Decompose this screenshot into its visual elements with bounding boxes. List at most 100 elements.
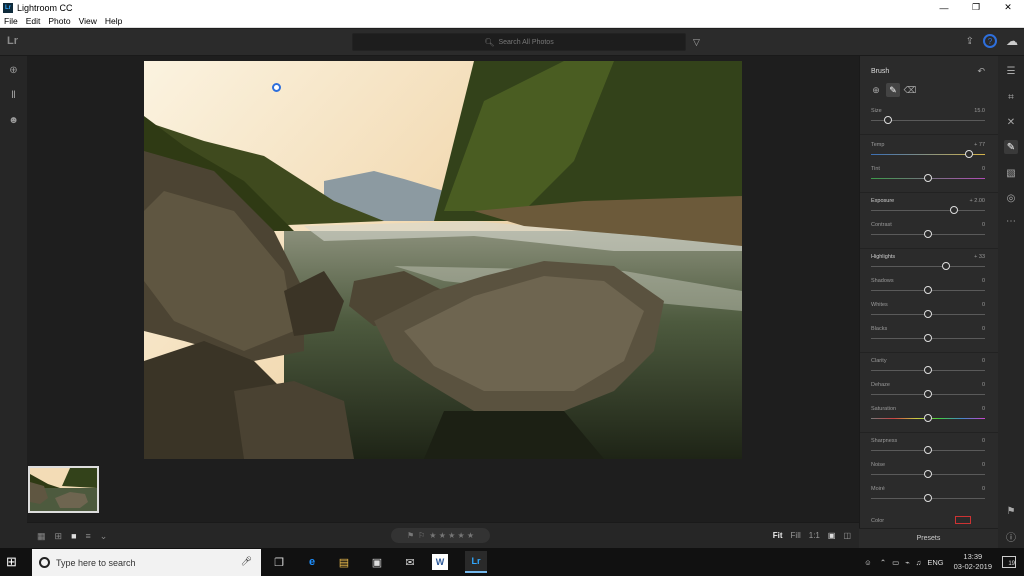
sort-icon[interactable]: ≡: [86, 531, 91, 542]
clock[interactable]: 13:39 03-02-2019: [954, 552, 992, 572]
volume-icon[interactable]: ♫: [916, 558, 922, 567]
tag-icon[interactable]: ⚑: [1004, 504, 1018, 518]
search-input[interactable]: 🔍︎ Search All Photos: [352, 33, 686, 51]
info-icon[interactable]: ⓘ: [1004, 529, 1018, 544]
menu-edit[interactable]: Edit: [22, 16, 45, 26]
crop-icon[interactable]: ⌗: [1004, 90, 1018, 104]
chevron-down-icon[interactable]: ⌄: [100, 531, 108, 542]
filmstrip-thumbnail[interactable]: [28, 466, 99, 513]
help-icon[interactable]: ?: [983, 34, 997, 48]
slider-knob[interactable]: [924, 390, 932, 398]
word-app-icon[interactable]: W: [432, 554, 448, 570]
filter-icon[interactable]: ▽: [693, 37, 700, 48]
language-indicator[interactable]: ENG: [927, 558, 943, 567]
edge-browser-icon[interactable]: e: [301, 551, 323, 573]
slider-dehaze[interactable]: Dehaze 0: [871, 382, 985, 402]
slider-value[interactable]: 0: [982, 486, 985, 492]
slider-knob[interactable]: [924, 494, 932, 502]
slider-knob[interactable]: [924, 230, 932, 238]
chevron-up-icon[interactable]: ⌃: [880, 558, 886, 567]
eraser-icon[interactable]: ⌫: [903, 83, 917, 97]
menu-view[interactable]: View: [75, 16, 101, 26]
wifi-icon[interactable]: ⌁: [905, 558, 910, 567]
slider-value[interactable]: 0: [982, 406, 985, 412]
slider-value[interactable]: + 33: [974, 254, 985, 260]
people-tray-icon[interactable]: ☺: [864, 558, 872, 567]
store-icon[interactable]: ▣: [366, 551, 388, 573]
slider-value[interactable]: 0: [982, 278, 985, 284]
brush-icon[interactable]: ✎: [886, 83, 900, 97]
slider-knob[interactable]: [884, 116, 893, 124]
slider-knob[interactable]: [924, 446, 932, 454]
slider-contrast[interactable]: Contrast 0: [871, 222, 985, 242]
slider-noise[interactable]: Noise 0: [871, 462, 985, 482]
slider-shadows[interactable]: Shadows 0: [871, 278, 985, 298]
slider-value[interactable]: + 77: [974, 142, 985, 148]
slider-value[interactable]: 0: [982, 326, 985, 332]
taskbar-search-input[interactable]: Type here to search 🎤︎: [32, 549, 261, 576]
radial-gradient-icon[interactable]: ◎: [1004, 191, 1018, 205]
reject-flag-icon[interactable]: ⚐: [418, 531, 425, 540]
share-icon[interactable]: ⇪: [966, 36, 974, 47]
microphone-icon[interactable]: 🎤︎: [241, 556, 252, 567]
file-explorer-icon[interactable]: ▤: [333, 551, 355, 573]
edit-sliders-icon[interactable]: ☰: [1004, 64, 1018, 78]
slider-knob[interactable]: [950, 206, 959, 214]
lightroom-taskbar-icon[interactable]: Lr: [465, 551, 487, 573]
close-button[interactable]: ✕: [992, 0, 1024, 15]
slider-highlights[interactable]: Highlights + 33: [871, 254, 985, 274]
slider-value[interactable]: 0: [982, 438, 985, 444]
slider-track[interactable]: [871, 210, 985, 211]
people-icon[interactable]: ☻: [7, 114, 20, 127]
zoom-1-1-button[interactable]: 1:1: [809, 531, 820, 540]
slider-knob[interactable]: [924, 174, 932, 182]
slider-knob[interactable]: [924, 334, 932, 342]
brush-pin-marker[interactable]: [272, 83, 281, 92]
slider-value[interactable]: 15.0: [974, 108, 985, 114]
mail-icon[interactable]: ✉: [399, 551, 421, 573]
slider-value[interactable]: + 2.00: [970, 198, 985, 204]
presets-button[interactable]: Presets: [859, 528, 998, 548]
brush-tool-icon[interactable]: ✎: [1004, 140, 1018, 154]
task-view-icon[interactable]: ❐: [268, 551, 290, 573]
cloud-sync-icon[interactable]: ☁: [1006, 34, 1018, 48]
menu-file[interactable]: File: [0, 16, 22, 26]
menu-photo[interactable]: Photo: [44, 16, 74, 26]
menu-help[interactable]: Help: [101, 16, 126, 26]
slider-sharpness[interactable]: Sharpness 0: [871, 438, 985, 458]
color-swatch[interactable]: [955, 516, 971, 524]
slider-knob[interactable]: [924, 470, 932, 478]
slider-temp[interactable]: Temp + 77: [871, 142, 985, 162]
slider-moire[interactable]: Moiré 0: [871, 486, 985, 506]
reset-icon[interactable]: ↶: [977, 66, 985, 77]
notification-center-icon[interactable]: 19: [1002, 556, 1016, 568]
linear-gradient-icon[interactable]: ▧: [1004, 166, 1018, 180]
slider-tint[interactable]: Tint 0: [871, 166, 985, 186]
slider-knob[interactable]: [965, 150, 974, 158]
detail-view-icon[interactable]: ■: [71, 531, 76, 542]
rating-control[interactable]: ⚑ ⚐ ★ ★ ★ ★ ★: [391, 528, 490, 543]
add-photos-icon[interactable]: ⊕: [7, 64, 20, 77]
slider-knob[interactable]: [942, 262, 951, 270]
slider-track[interactable]: [871, 266, 985, 267]
slider-knob[interactable]: [924, 366, 932, 374]
windows-start-icon[interactable]: ⊞: [6, 554, 17, 570]
slider-size[interactable]: Size 15.0: [871, 108, 985, 128]
slider-value[interactable]: 0: [982, 222, 985, 228]
photo-grid-icon[interactable]: ⊞: [55, 531, 63, 542]
minimize-button[interactable]: —: [928, 0, 960, 15]
slider-whites[interactable]: Whites 0: [871, 302, 985, 322]
slider-saturation[interactable]: Saturation 0: [871, 406, 985, 426]
slider-value[interactable]: 0: [982, 302, 985, 308]
slider-clarity[interactable]: Clarity 0: [871, 358, 985, 378]
zoom-fill-button[interactable]: Fill: [791, 531, 801, 540]
add-brush-icon[interactable]: ⊕: [869, 83, 883, 97]
slider-knob[interactable]: [924, 286, 932, 294]
slider-value[interactable]: 0: [982, 358, 985, 364]
zoom-fit-button[interactable]: Fit: [773, 531, 783, 540]
slider-value[interactable]: 0: [982, 462, 985, 468]
library-icon[interactable]: Ⅱ: [7, 89, 20, 102]
star-rating[interactable]: ★ ★ ★ ★ ★: [429, 531, 474, 540]
slider-knob[interactable]: [924, 310, 932, 318]
before-after-icon[interactable]: ▣: [828, 531, 836, 540]
